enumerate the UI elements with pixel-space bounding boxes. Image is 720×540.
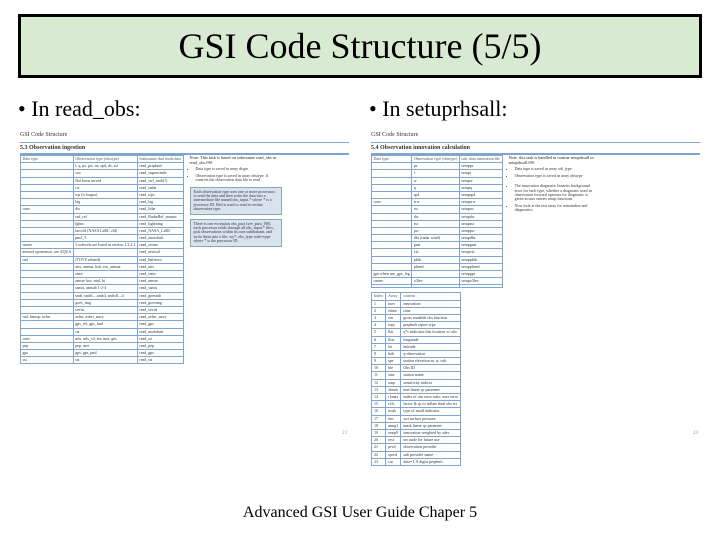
table-row: pwsetuppw [372, 227, 503, 234]
left-column: In read_obs: GSI Code Structure 5.3 Obse… [18, 96, 351, 438]
table-row: convsrwsetupsrw [372, 199, 503, 206]
table-row: rad_refread_RadarRef_mosaic [21, 213, 184, 220]
table-row: tsetupt [372, 170, 503, 177]
table-row: rad(TOVS related)read_bufrtovs [21, 256, 184, 263]
footer: Advanced GSI User Guide Chaper 5 [0, 504, 720, 522]
slide-title: GSI Code Structure (5/5) [33, 25, 687, 67]
table-row: amsre low, mid, hiread_amsre [21, 278, 184, 285]
table-row: convdwread_lidar [21, 206, 184, 213]
table-row: ssmiread_ssmi [21, 271, 184, 278]
table-row: 18ntmg1mask linear qc paramter [372, 422, 461, 429]
left-notebox-1: Each observation type uses one or more p… [190, 187, 282, 215]
left-heading: In read_obs: [18, 96, 351, 122]
table-row: qsetupq [372, 184, 503, 191]
right-notes: Note. this task is handled in routine se… [507, 155, 599, 466]
right-table: Data type Observation type (obstype) sub… [371, 155, 503, 288]
right-index-table: Index Array content 1inovinnovation2etim… [371, 292, 461, 466]
table-row: 11stnestation name [372, 372, 461, 379]
table-row: 17itmwrt surface pressure [372, 415, 461, 422]
table-row: 21prvdobservation provider [372, 444, 461, 451]
slide: GSI Code Structure (5/5) In read_obs: GS… [0, 0, 720, 540]
table-row: dwsetupdw [372, 213, 503, 220]
table-row: dbr (radar wind)setupdbz [372, 235, 503, 242]
right-heading: In setuprhsall: [369, 96, 702, 122]
table-row: sndr, sndr1,...sndr4, sndrd1...4read_goe… [21, 292, 184, 299]
table-row: sstsstread_sst [21, 357, 184, 364]
table-row: pbendsetuppbend [372, 263, 503, 270]
table-row: rwread_radar [21, 184, 184, 191]
table-row: ozone‡ ozlevels are listed in section 1.… [21, 242, 184, 249]
note-bullet: Data type is saved in array sdt_type [515, 167, 597, 171]
table-row: peppep, metread_pep [21, 342, 184, 349]
table-row: 13sbmmnon-linear qc paramter [372, 386, 461, 393]
table-row: 1inovinnovation [372, 300, 461, 307]
table-row: ozoneo3levsetupo3lev [372, 278, 503, 285]
note-bullet: The innovation diagnostic binaries backg… [515, 184, 597, 202]
table-row: vissetupvis [372, 249, 503, 256]
left-section: 5.3 Observation ingestion [20, 145, 349, 151]
left-figure: GSI Code Structure 5.3 Observation inges… [18, 128, 351, 438]
note-bullet: Observation type is saved in array obsty… [196, 174, 278, 183]
table-row: srwread_superwinds [21, 170, 184, 177]
table-row: t, q, ps, pw, uv, spd, dv, sstread_prepb… [21, 163, 184, 170]
left-notes: Note: This task is based on subroutine r… [188, 155, 280, 364]
right-pagenum: 24 [693, 431, 698, 436]
table-row: sstread_modsbufr [21, 328, 184, 335]
note-bullet: Now look at the rest array for remainder… [515, 204, 597, 213]
table-row: convmls, mls_v2, tes, mta, gesread_oz [21, 335, 184, 342]
table-row: gps when use_gps_logsetupgps [372, 271, 503, 278]
table-row: larccld (NASA LaRC cld)read_NASA_LaRC [21, 227, 184, 234]
table-row: gustsetupgust [372, 242, 503, 249]
table-row: 10bleObs ID [372, 365, 461, 372]
left-fig-header: GSI Code Structure [20, 132, 349, 138]
table-row: lagread_lag [21, 199, 184, 206]
left-table: Data type Observation type (obstype) Sub… [20, 155, 184, 364]
table-row: 6llonlongitude [372, 336, 461, 343]
table-row: airs, amsua, hsb, eos_amsuaread_airs [21, 263, 184, 270]
note-bullet: Observation type is saved in array obsty… [515, 174, 597, 178]
table-row: wsetupw [372, 177, 503, 184]
table-row: 4rtypprepbufr report type [372, 322, 461, 329]
table-row: 3rsngross readable obs function [372, 314, 461, 321]
right-figure: GSI Code Structure 5.4 Observation innov… [369, 128, 702, 438]
table-row: rad: hsinsp: avhrravhrr, avhrr_navyread_… [21, 314, 184, 321]
table-row: ssmis, amsub 1-2-4read_ssmis [21, 285, 184, 292]
table-row: 23catdata=1, 8 digits prepbufr [372, 458, 461, 465]
table-row: pblhsetuppblh [372, 256, 503, 263]
left-pagenum: 23 [342, 431, 347, 436]
table-row: 20restset aside for future use [372, 437, 461, 444]
table-row: 2etimetime [372, 307, 461, 314]
right-column: In setuprhsall: GSI Code Structure 5.4 O… [369, 96, 702, 438]
table-row: lghtnread_lightning [21, 220, 184, 227]
left-notebox-2: There is one exception obs_para (see_par… [190, 219, 282, 247]
table-row: rwsetuprw [372, 206, 503, 213]
table-row: 19rmrp9innovation weighted by sdev [372, 429, 461, 436]
columns: In read_obs: GSI Code Structure 5.3 Obse… [18, 96, 702, 438]
table-row: gps_ref, gps_bndread_gps [21, 321, 184, 328]
table-row: 7latlatitude [372, 343, 461, 350]
table-row [372, 285, 503, 288]
table-row: 15r2fcfactor & qc to inflate final obs e… [372, 401, 461, 408]
table-row: spdsetupspd [372, 191, 503, 198]
table-row: 16acqhtype of small indicator [372, 408, 461, 415]
table-row: 14r1maxindex of obs error ratio; max err… [372, 394, 461, 401]
note-bullet: Data type is saved in array dtype [196, 167, 278, 171]
table-row: goes_imgread_goesimg [21, 299, 184, 306]
table-row: gpsgps, gps_pmlread_gps [21, 350, 184, 357]
table-row: tcp (tc bogus)read_tcps [21, 191, 184, 198]
table-row: pm2_5read_anowbufr [21, 235, 184, 242]
table-row: pssetupps [372, 163, 503, 170]
table-row: 8hobq-observation [372, 350, 461, 357]
right-section: 5.4 Observation innovation calculation [371, 145, 700, 151]
table-row: sstsetupsst [372, 220, 503, 227]
table-row: 22sprvdsub provider name [372, 451, 461, 458]
table-row: 9spestation elevation m, w, sub [372, 358, 461, 365]
table-row: seviriread_seviri [21, 306, 184, 313]
right-fig-header: GSI Code Structure [371, 132, 700, 138]
table-row: 12stnpsensitivity indices [372, 379, 461, 386]
table-row: aerosol spotsensor: are AQUAread_aerosol [21, 249, 184, 256]
table-row: 5llatq*c indicator that location w/ obs [372, 329, 461, 336]
title-box: GSI Code Structure (5/5) [18, 14, 702, 78]
table-row: Not been servedread_wrf_raob(?) [21, 177, 184, 184]
